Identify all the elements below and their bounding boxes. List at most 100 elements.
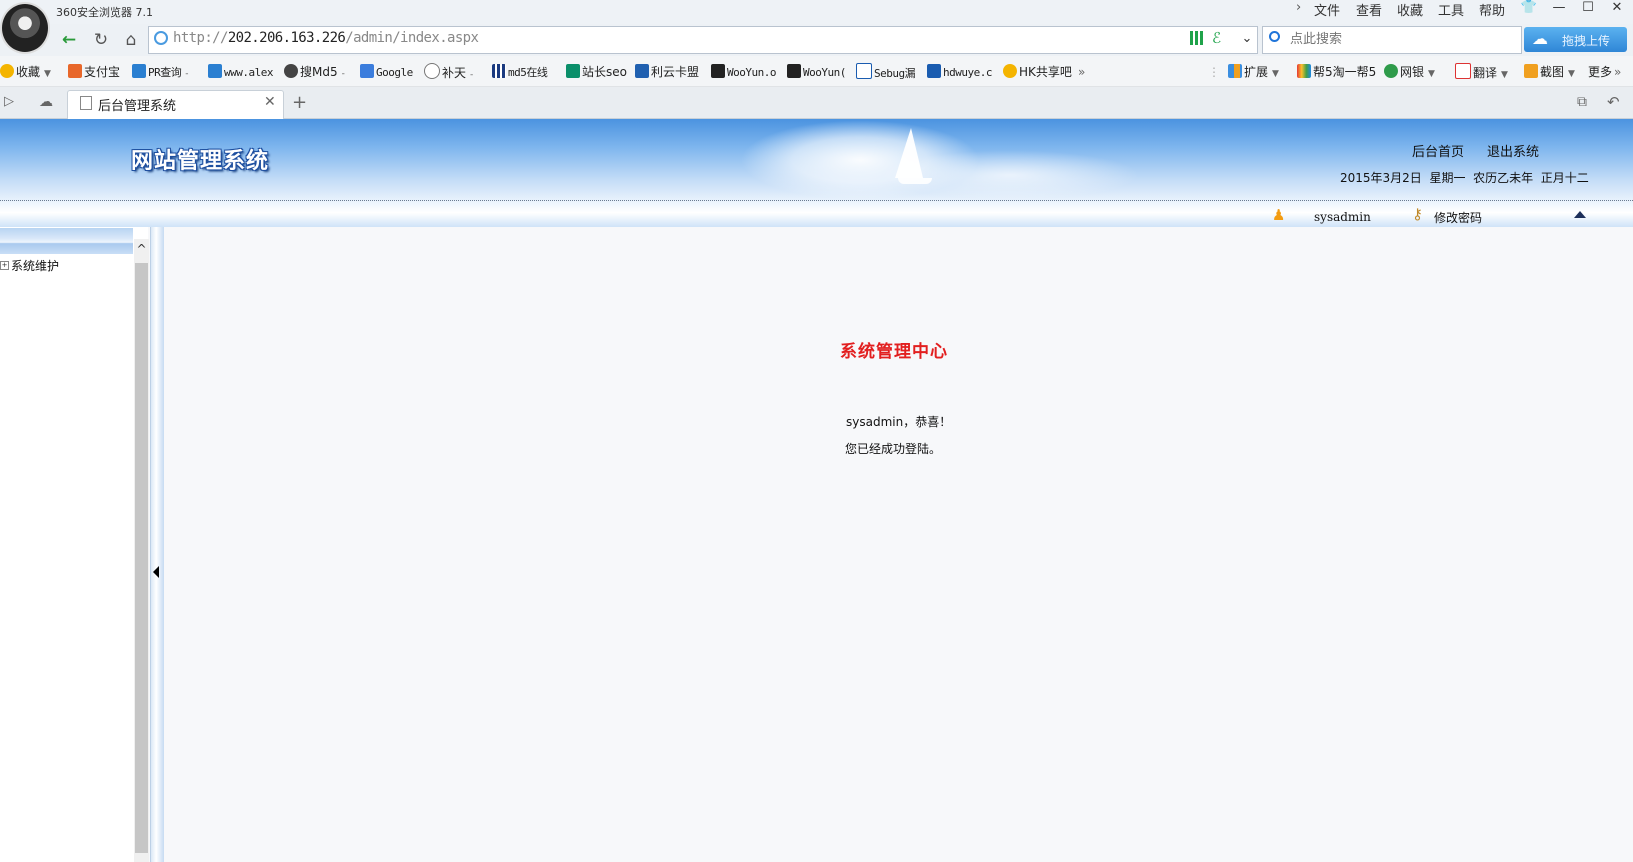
- more-icon: »: [1614, 65, 1622, 79]
- undo-close-icon[interactable]: ↶: [1607, 93, 1620, 111]
- bank-icon: [1384, 64, 1398, 78]
- bookmark-hdwuye[interactable]: hdwuye.c: [927, 63, 992, 81]
- toolbar-bang5[interactable]: 帮5淘一帮5: [1297, 63, 1376, 81]
- cloud-icon[interactable]: ☁: [39, 94, 53, 110]
- toolbar-screenshot[interactable]: 截图 ▼: [1524, 63, 1575, 81]
- bookmark-liyun[interactable]: 利云卡盟: [635, 63, 699, 81]
- page-title: 系统管理中心: [840, 342, 948, 362]
- close-tab-icon[interactable]: ✕: [264, 94, 276, 110]
- grid-icon: [492, 64, 506, 78]
- sidebar-header: [0, 228, 133, 254]
- expand-icon[interactable]: +: [0, 261, 9, 270]
- scroll-up-icon[interactable]: ^: [134, 242, 149, 256]
- page-icon: [80, 96, 92, 110]
- user-strip: [0, 201, 1633, 227]
- toolbar-extensions[interactable]: 扩展 ▼: [1228, 63, 1279, 81]
- bookmark-favorites[interactable]: 收藏 ▼: [0, 63, 51, 81]
- speed-mode-icon[interactable]: ℰ: [1212, 29, 1221, 47]
- butian-icon: [424, 63, 440, 79]
- left-sidebar: [0, 227, 148, 862]
- browser-titlebar: [0, 0, 1633, 24]
- toolbar-ebank[interactable]: 网银 ▼: [1384, 63, 1435, 81]
- menu-help[interactable]: 帮助: [1479, 0, 1505, 19]
- toolbar-more[interactable]: 更多»: [1588, 63, 1621, 81]
- bookmark-md5-search[interactable]: 搜Md5-: [284, 63, 345, 81]
- bookmark-google[interactable]: Google: [360, 63, 413, 81]
- bookmark-hk-share[interactable]: HK共享吧: [1003, 63, 1072, 81]
- logout-link[interactable]: 退出系统: [1487, 141, 1539, 160]
- admin-home-link[interactable]: 后台首页: [1412, 141, 1464, 160]
- card-icon: [635, 64, 649, 78]
- restore-tabs-icon[interactable]: ⧉: [1577, 94, 1587, 110]
- bookmark-wooyun-2[interactable]: WooYun(: [787, 63, 846, 81]
- qrcode-icon[interactable]: [1190, 31, 1204, 45]
- address-text[interactable]: http://202.206.163.226/admin/index.aspx: [173, 30, 479, 46]
- alexa-icon: [208, 64, 222, 78]
- close-window-button[interactable]: ✕: [1603, 0, 1631, 18]
- home-icon[interactable]: ⌂: [118, 28, 144, 52]
- change-password-link[interactable]: 修改密码: [1434, 209, 1482, 226]
- search-icon[interactable]: [1269, 31, 1280, 42]
- tab-title: 后台管理系统: [98, 99, 177, 114]
- translate-icon: [1455, 63, 1471, 79]
- sebug-icon: [856, 63, 872, 79]
- pr-icon: [132, 64, 146, 78]
- maximize-button[interactable]: ☐: [1574, 0, 1602, 18]
- new-tab-icon[interactable]: +: [292, 92, 307, 113]
- current-username: sysadmin: [1314, 210, 1371, 224]
- bookmark-alexa[interactable]: www.alex: [208, 63, 273, 81]
- cloud-upload-icon: ☁: [1532, 29, 1548, 48]
- menu-file[interactable]: 文件: [1314, 0, 1340, 19]
- bookmark-wooyun-1[interactable]: WooYun.o: [711, 63, 776, 81]
- bookmark-pr-query[interactable]: PR查询 -: [132, 63, 189, 81]
- bookmark-alipay[interactable]: 支付宝: [68, 63, 120, 81]
- collapse-header-icon[interactable]: [1574, 211, 1586, 218]
- menu-view[interactable]: 查看: [1356, 0, 1382, 19]
- more-bookmarks-icon[interactable]: »: [1078, 63, 1085, 81]
- user-icon: ♟: [1272, 206, 1286, 224]
- back-arrow-icon[interactable]: ←: [56, 28, 82, 52]
- avatar[interactable]: [0, 2, 50, 54]
- hk-icon: [1003, 64, 1017, 78]
- skin-icon[interactable]: 👕: [1515, 0, 1543, 18]
- refresh-icon[interactable]: ↻: [88, 28, 114, 52]
- main-content: [164, 227, 1633, 862]
- date-display: 2015年3月2日 星期一 农历乙未年 正月十二: [1340, 171, 1589, 185]
- greeting-text: sysadmin，恭喜！: [846, 415, 952, 429]
- minimize-button[interactable]: —: [1545, 0, 1573, 18]
- site-title: 网站管理系统: [131, 149, 270, 174]
- globe-icon: [154, 31, 168, 45]
- drag-upload-label: 拖拽上传: [1562, 34, 1611, 48]
- chevron-right-icon[interactable]: ›: [1296, 0, 1301, 15]
- collapse-sidebar-icon[interactable]: [153, 566, 159, 578]
- wooyun-icon: [787, 64, 801, 78]
- login-success-text: 您已经成功登陆。: [845, 442, 942, 456]
- wooyun-icon: [711, 64, 725, 78]
- sidebar-splitter[interactable]: [150, 227, 164, 862]
- screenshot-icon: [1524, 64, 1538, 78]
- md5-icon: [284, 64, 298, 78]
- sidebar-toggle-icon[interactable]: ▷: [4, 94, 14, 109]
- key-icon: ⚷: [1412, 205, 1423, 223]
- scrollbar-thumb[interactable]: [135, 263, 148, 853]
- dropdown-icon: ▼: [44, 69, 51, 79]
- chevron-down-icon[interactable]: ⌄: [1237, 28, 1257, 50]
- star-icon: [0, 64, 14, 78]
- google-icon: [360, 64, 374, 78]
- menu-favorites[interactable]: 收藏: [1397, 0, 1423, 19]
- sailboat-icon: [895, 128, 923, 178]
- menu-tools[interactable]: 工具: [1438, 0, 1464, 19]
- search-input[interactable]: [1290, 28, 1510, 50]
- separator-icon: ⋮: [1208, 65, 1220, 79]
- bookmark-butian[interactable]: 补天 -: [424, 63, 473, 81]
- sidebar-item-system-maintenance[interactable]: 系统维护: [11, 257, 59, 274]
- bookmark-md5-online[interactable]: md5在线: [492, 63, 548, 81]
- toolbar-translate[interactable]: 翻译 ▼: [1455, 63, 1508, 81]
- hdwuye-icon: [927, 64, 941, 78]
- extension-icon: [1228, 64, 1242, 78]
- alipay-icon: [68, 64, 82, 78]
- bookmark-seo[interactable]: 站长seo: [566, 63, 627, 81]
- bookmark-sebug[interactable]: Sebug漏: [856, 63, 916, 81]
- m-icon: [1297, 64, 1311, 78]
- seo-icon: [566, 64, 580, 78]
